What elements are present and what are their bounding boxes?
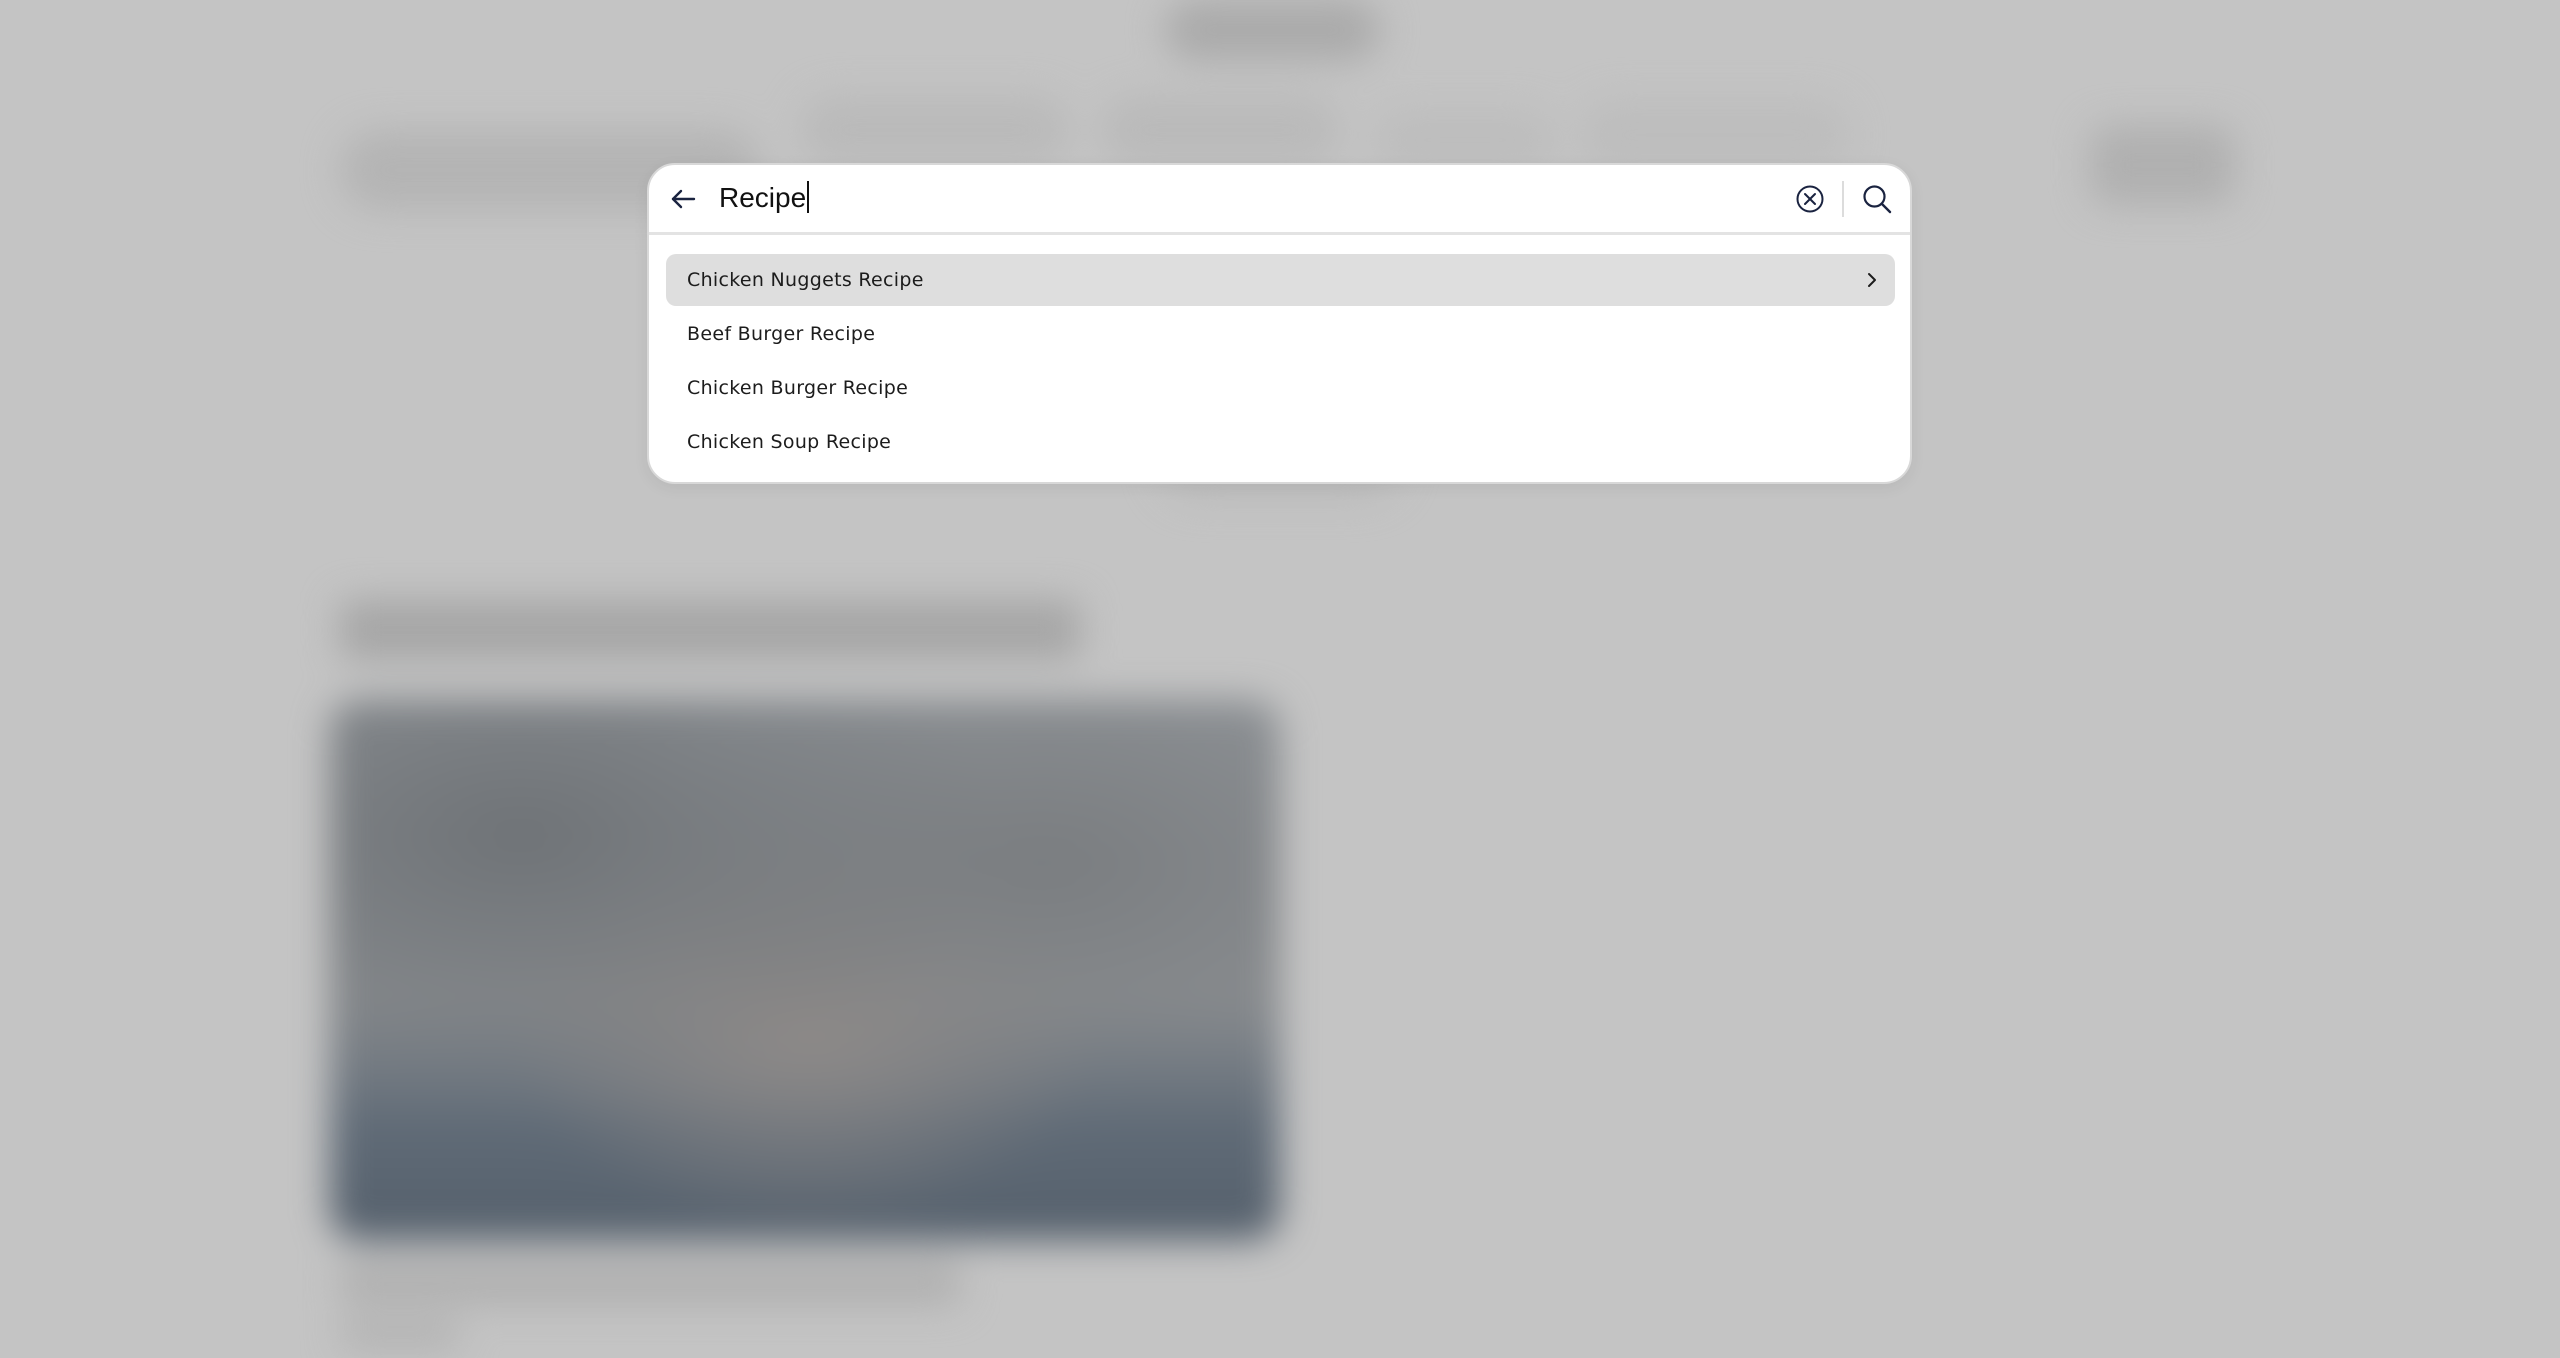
suggestion-list: Chicken Nuggets Recipe Beef Burger Recip…: [666, 254, 1895, 470]
suggestion-item[interactable]: Beef Burger Recipe: [666, 308, 1895, 360]
search-submit-button[interactable]: [1857, 179, 1897, 219]
suggestion-item[interactable]: Chicken Soup Recipe: [666, 416, 1895, 468]
arrow-left-icon: [671, 189, 696, 209]
blurred-header-button: [2090, 125, 2235, 205]
suggestion-label: Chicken Soup Recipe: [687, 431, 892, 453]
back-button[interactable]: [663, 179, 703, 219]
suggestion-item[interactable]: Chicken Nuggets Recipe: [666, 254, 1895, 306]
blurred-nav-item: [1580, 100, 1850, 170]
blurred-article-photo: [330, 700, 1280, 1240]
blurred-nav-item: [800, 95, 1070, 165]
header-divider: [1842, 181, 1844, 217]
suggestion-label: Beef Burger Recipe: [687, 323, 876, 345]
blurred-article-heading: [340, 600, 1080, 660]
search-header: Recipe: [649, 165, 1910, 235]
blurred-nav-item: [1100, 95, 1340, 165]
blurred-logo: [1165, 0, 1380, 60]
blurred-nav-item: [1375, 110, 1555, 170]
clear-circle-x-icon: [1796, 185, 1824, 213]
blurred-article-caption: [340, 1260, 960, 1305]
search-modal: Recipe Chicken Nuggets Recipe Beef Burge…: [647, 163, 1912, 484]
search-input[interactable]: [717, 175, 1717, 225]
chevron-right-icon: [1868, 273, 1876, 287]
blurred-article-meta: [340, 1320, 460, 1350]
suggestion-label: Chicken Burger Recipe: [687, 377, 909, 399]
suggestion-item[interactable]: Chicken Burger Recipe: [666, 362, 1895, 414]
magnifier-search-icon: [1863, 185, 1892, 214]
clear-search-button[interactable]: [1792, 181, 1828, 217]
suggestion-label: Chicken Nuggets Recipe: [687, 269, 924, 291]
